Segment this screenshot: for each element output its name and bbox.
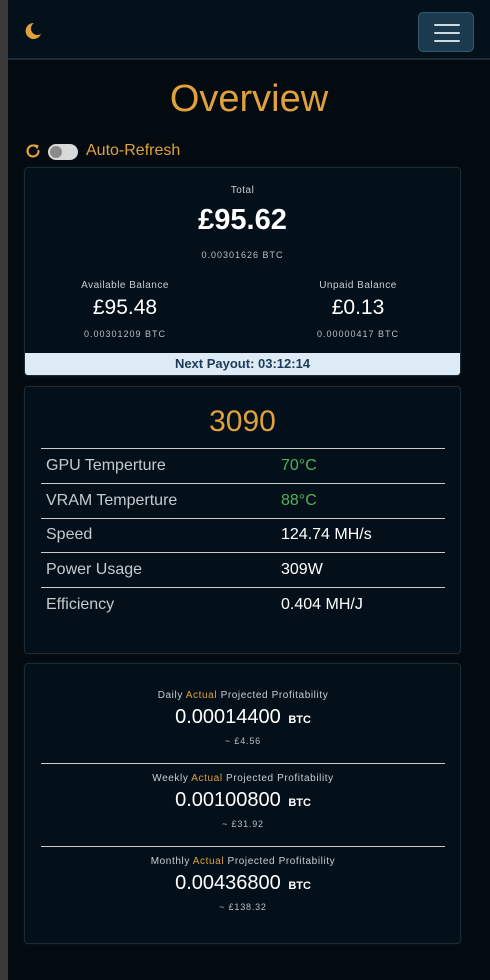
gpu-stat-row: VRAM Temperture 88°C — [41, 482, 445, 519]
profitability-label: Monthly Actual Projected Profitability — [150, 856, 336, 867]
weekly-profitability: Weekly Actual Projected Profitability 0.… — [41, 773, 445, 829]
menu-toggle-button[interactable] — [418, 12, 474, 52]
profitability-fiat: ~ £4.56 — [225, 736, 261, 746]
monthly-profitability: Monthly Actual Projected Profitability 0… — [41, 856, 445, 912]
total-btc: 0.00301626 BTC — [201, 250, 284, 260]
unpaid-fiat: £0.13 — [331, 296, 385, 319]
profitability-fiat: ~ £138.32 — [219, 902, 267, 912]
divider — [41, 846, 445, 847]
page-title: Overview — [169, 78, 329, 120]
profitability-card: Daily Actual Projected Profitability 0.0… — [24, 663, 461, 944]
gpu-stat-value: 124.74 MH/s — [276, 517, 445, 553]
total-label: Total — [230, 185, 255, 196]
moon-icon[interactable] — [23, 21, 43, 41]
gpu-card: 3090 GPU Temperture 70°C VRAM Temperture 88… — [24, 386, 461, 654]
auto-refresh-toggle[interactable] — [48, 144, 78, 160]
hamburger-icon — [434, 40, 460, 42]
app-container: Overview Auto-Refresh Total £95.62 0.003… — [8, 0, 490, 980]
gpu-stat-row: Speed 124.74 MH/s — [41, 517, 445, 553]
gpu-stat-value: 88°C — [276, 482, 445, 519]
gpu-stat-value: 309W — [276, 552, 445, 588]
gpu-stat-label: VRAM Temperture — [41, 482, 276, 519]
available-btc: 0.00301209 BTC — [83, 329, 167, 339]
available-fiat: £95.48 — [92, 296, 158, 319]
hamburger-icon — [434, 32, 460, 34]
unpaid-btc: 0.00000417 BTC — [316, 329, 400, 339]
hamburger-icon — [434, 24, 460, 26]
divider — [41, 763, 445, 764]
gpu-stat-label: Speed — [41, 517, 276, 553]
profitability-label: Weekly Actual Projected Profitability — [152, 773, 334, 784]
gpu-stat-value: 0.404 MH/J — [276, 587, 445, 623]
gpu-stat-row: Efficiency 0.404 MH/J — [41, 587, 445, 623]
refresh-icon[interactable] — [24, 142, 42, 160]
profitability-fiat: ~ £31.92 — [222, 819, 264, 829]
available-label: Available Balance — [81, 280, 169, 291]
total-fiat: £95.62 — [198, 204, 287, 236]
gpu-stat-label: Efficiency — [41, 587, 276, 623]
available-balance: Available Balance £95.48 0.00301209 BTC — [25, 280, 225, 339]
gpu-stat-row: Power Usage 309W — [41, 552, 445, 588]
profitability-value: 0.00436800 BTC — [175, 872, 311, 894]
gpu-stat-label: GPU Temperture — [41, 448, 276, 484]
toggle-knob — [50, 146, 62, 158]
gpu-stats-table: GPU Temperture 70°C VRAM Temperture 88°C Spe… — [41, 448, 445, 623]
profitability-value: 0.00014400 BTC — [175, 706, 311, 728]
gpu-stat-value: 70°C — [276, 448, 445, 484]
daily-profitability: Daily Actual Projected Profitability 0.0… — [41, 690, 445, 746]
navbar — [8, 0, 490, 60]
next-payout-bar: Next Payout: 03:12:14 — [25, 353, 460, 375]
gpu-stat-row: GPU Temperture 70°C — [41, 448, 445, 484]
gpu-stat-label: Power Usage — [41, 552, 276, 588]
profitability-label: Daily Actual Projected Profitability — [157, 690, 329, 701]
profitability-value: 0.00100800 BTC — [175, 789, 311, 811]
unpaid-label: Unpaid Balance — [319, 280, 397, 291]
balance-card: Total £95.62 0.00301626 BTC Available Ba… — [24, 167, 461, 376]
gpu-name: 3090 — [209, 405, 276, 438]
unpaid-balance: Unpaid Balance £0.13 0.00000417 BTC — [258, 280, 458, 339]
auto-refresh-label: Auto-Refresh — [86, 142, 181, 159]
